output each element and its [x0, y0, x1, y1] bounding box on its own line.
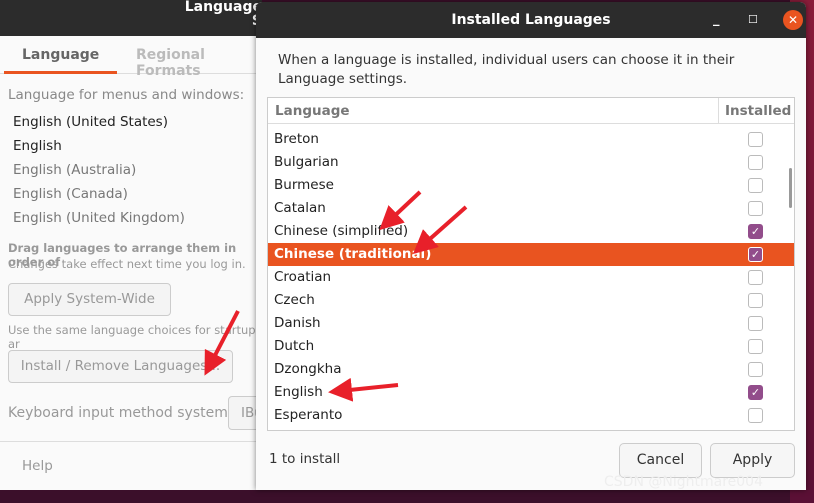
- annotation-arrows: [204, 190, 468, 402]
- arrow-chinese-simplified: [379, 190, 422, 231]
- watermark: CSDN @Nightmare004: [604, 474, 763, 490]
- arrow-english: [328, 377, 399, 402]
- arrow-chinese-traditional: [413, 205, 468, 254]
- arrow-install-button: [204, 310, 240, 376]
